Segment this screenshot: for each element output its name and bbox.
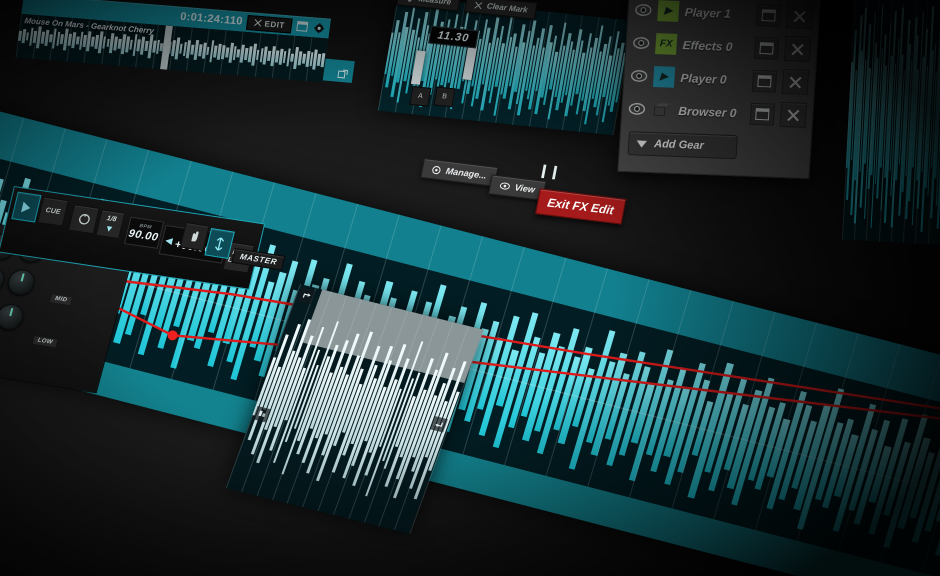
pause-indicator: ❙❙ xyxy=(537,162,562,180)
browser-icon[interactable] xyxy=(651,99,673,121)
loop-icon xyxy=(76,212,92,227)
gear-item-label: Player 1 xyxy=(684,5,751,22)
eq-knob-mid-left[interactable] xyxy=(0,265,7,294)
marker-button-a[interactable]: A xyxy=(409,86,431,107)
bpm-value: 90.00 xyxy=(127,228,160,244)
popout-icon[interactable] xyxy=(338,66,349,77)
ruler-icon xyxy=(406,0,415,2)
loop-button[interactable] xyxy=(68,204,100,234)
eq-knob-mid-right[interactable] xyxy=(5,268,37,297)
settings-icon xyxy=(431,165,442,175)
measure-button-label: Measure xyxy=(418,0,452,7)
measure-window[interactable]: Measure Clear Mark 11.30 A B xyxy=(378,0,633,135)
hand-icon xyxy=(188,230,202,243)
view-button-label: View xyxy=(514,182,536,194)
visibility-eye-icon[interactable] xyxy=(634,3,652,17)
edit-button[interactable]: EDIT xyxy=(246,15,293,34)
fx-icon[interactable]: FX xyxy=(655,33,677,55)
marker-button-b[interactable]: B xyxy=(433,87,455,108)
gear-window-icon[interactable] xyxy=(756,3,781,26)
beat-division-chevron: ▼ xyxy=(104,223,115,234)
gear-window-icon[interactable] xyxy=(750,102,775,125)
gear-row-3[interactable]: Browser 0 xyxy=(621,92,813,132)
eye-icon xyxy=(499,182,510,191)
cue-button[interactable]: CUE xyxy=(37,196,69,226)
gear-close-icon[interactable] xyxy=(784,36,812,62)
scratch-button[interactable] xyxy=(180,222,210,251)
sync-arrow-icon xyxy=(213,236,226,250)
gear-list: ▶Player 1FXEffects 0▶Player 0Browser 0 xyxy=(621,0,819,132)
gear-item-label: Browser 0 xyxy=(678,103,745,120)
eraser-icon xyxy=(474,1,483,10)
beat-division-button[interactable]: 1/8 ▼ xyxy=(95,209,125,239)
exit-fx-edit-button[interactable]: Exit FX Edit xyxy=(535,188,626,224)
gear-window-icon[interactable] xyxy=(752,69,777,92)
visibility-eye-icon[interactable] xyxy=(632,36,650,50)
scissors-icon xyxy=(253,19,262,28)
manage-button-label: Manage... xyxy=(445,166,488,181)
visibility-eye-icon[interactable] xyxy=(628,102,646,116)
visibility-eye-icon[interactable] xyxy=(630,69,648,83)
clear-mark-button-label: Clear Mark xyxy=(486,1,528,14)
manage-button[interactable]: Manage... xyxy=(420,158,498,187)
gear-panel[interactable]: ▶Player 1FXEffects 0▶Player 0Browser 0 A… xyxy=(617,0,820,179)
play-icon[interactable]: ▶ xyxy=(657,0,679,22)
automation-node xyxy=(166,329,179,341)
player-timecode: 0:01:24:110 xyxy=(180,11,244,28)
edge-waveform xyxy=(842,0,940,245)
play-icon[interactable]: ▶ xyxy=(653,66,675,88)
window-icon[interactable] xyxy=(295,19,310,33)
gear-icon[interactable] xyxy=(312,21,327,35)
eq-label-mid: MID xyxy=(50,294,72,305)
gear-item-label: Effects 0 xyxy=(682,38,749,55)
app-workspace: 0:01:24:110 EDIT Mouse On Mars - Gearkno… xyxy=(0,0,940,576)
fx-toolbar: Manage... View ❙❙ Exit FX Edit xyxy=(414,158,629,236)
gear-item-label: Player 0 xyxy=(680,71,747,88)
gear-close-icon[interactable] xyxy=(786,3,814,29)
player-window[interactable]: 0:01:24:110 EDIT Mouse On Mars - Gearkno… xyxy=(16,0,331,82)
bpm-field[interactable]: BPM 90.00 xyxy=(124,217,164,249)
add-gear-label: Add Gear xyxy=(654,138,704,152)
cue-button-label: CUE xyxy=(45,207,61,216)
play-icon xyxy=(20,201,32,213)
beat-division-label: 1/8 xyxy=(106,215,117,223)
chevron-down-icon xyxy=(636,140,647,147)
edit-button-label: EDIT xyxy=(264,19,285,30)
sync-button[interactable] xyxy=(204,228,235,259)
pitch-decrement-button[interactable]: ◀ xyxy=(164,235,173,247)
gear-window-icon[interactable] xyxy=(754,36,779,59)
eq-knob-low-right[interactable] xyxy=(0,302,26,331)
gear-close-icon[interactable] xyxy=(782,69,810,95)
add-gear-button[interactable]: Add Gear xyxy=(627,131,737,159)
gear-close-icon[interactable] xyxy=(780,102,808,128)
eq-label-low: LOW xyxy=(33,336,58,347)
